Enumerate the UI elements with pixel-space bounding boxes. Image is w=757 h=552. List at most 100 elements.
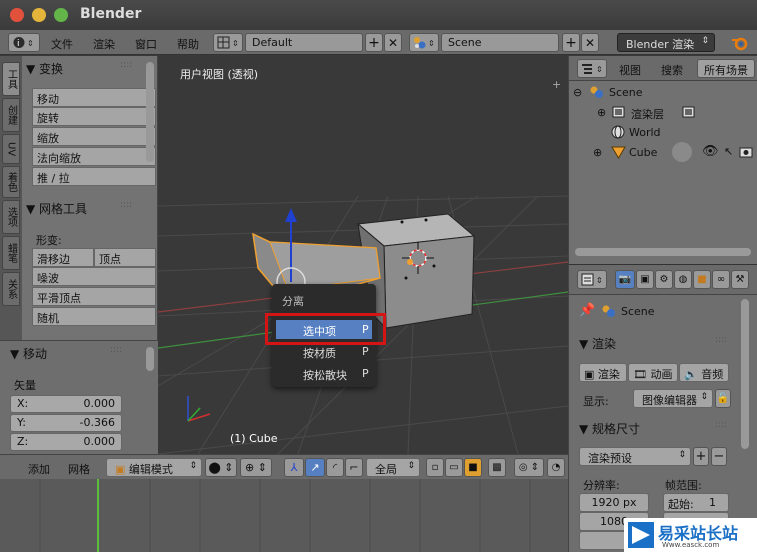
- viewport-corner-plus-icon[interactable]: +: [552, 78, 561, 91]
- outliner-display-filter[interactable]: 所有场景: [697, 59, 755, 78]
- menu-render[interactable]: 渲染: [93, 36, 115, 52]
- scene-remove-button[interactable]: ✕: [581, 33, 599, 52]
- tree-collapse-icon[interactable]: ⊖: [573, 86, 582, 99]
- pivot-point-dropdown[interactable]: ⊕ ⇕: [240, 458, 272, 477]
- smooth-vertex-button[interactable]: 平滑顶点: [32, 287, 156, 306]
- vector-z-field[interactable]: Z: 0.000: [10, 433, 122, 451]
- vector-y-field[interactable]: Y: -0.366: [10, 414, 122, 432]
- lock-interface-button[interactable]: 🔓: [715, 389, 731, 408]
- operator-panel-scrollbar[interactable]: [146, 347, 154, 371]
- scene-context-tab[interactable]: ⚙: [655, 270, 673, 289]
- add-preset-button[interactable]: +: [693, 447, 709, 466]
- drag-handle-icon[interactable]: ::::: [120, 200, 132, 210]
- tab-uv[interactable]: UV: [2, 134, 20, 164]
- outliner-item-render-layers[interactable]: 渲染层: [631, 106, 664, 122]
- menu-file[interactable]: 文件: [51, 36, 73, 52]
- remove-preset-button[interactable]: −: [711, 447, 727, 466]
- outliner-horizontal-scrollbar[interactable]: [575, 248, 751, 256]
- move-button[interactable]: 移动: [32, 88, 156, 107]
- outliner-menu-search[interactable]: 搜索: [661, 62, 683, 78]
- tree-expand-icon[interactable]: ⊕: [597, 106, 606, 119]
- render-engine-dropdown[interactable]: Blender 渲染 ⇕: [617, 33, 715, 52]
- transform-panel-header[interactable]: ▼ 变换: [26, 60, 63, 77]
- outliner-item-scene[interactable]: Scene: [609, 86, 643, 99]
- outliner-item-cube[interactable]: Cube: [629, 146, 657, 159]
- vector-x-field[interactable]: X: 0.000: [10, 395, 122, 413]
- render-presets-dropdown[interactable]: 渲染预设 ⇕: [579, 447, 691, 466]
- tab-relations[interactable]: 关系: [2, 272, 20, 306]
- proportional-edit-dropdown[interactable]: ◎ ⇕: [514, 458, 544, 477]
- object-context-tab[interactable]: ■: [693, 270, 711, 289]
- outliner-item-world[interactable]: World: [629, 126, 661, 139]
- tree-expand-icon[interactable]: ⊕: [593, 146, 602, 159]
- tab-options[interactable]: 选项: [2, 200, 20, 234]
- drag-handle-icon[interactable]: ::::: [715, 335, 727, 345]
- scene-add-button[interactable]: +: [562, 33, 580, 52]
- menu-window[interactable]: 窗口: [135, 36, 157, 52]
- render-context-tab[interactable]: 📷: [615, 270, 635, 289]
- slide-edge-button[interactable]: 滑移边: [32, 248, 94, 267]
- menu-add[interactable]: 添加: [28, 461, 50, 477]
- rotate-manipulator-button[interactable]: ◜: [326, 458, 344, 477]
- face-select-mode-button[interactable]: ■: [464, 458, 482, 477]
- layout-add-button[interactable]: +: [365, 33, 383, 52]
- scale-button[interactable]: 缩放: [32, 127, 156, 146]
- drag-handle-icon[interactable]: ::::: [110, 345, 122, 355]
- scene-browse-button[interactable]: ⇕: [409, 33, 439, 52]
- display-dropdown[interactable]: 图像编辑器 ⇕: [633, 389, 713, 408]
- dimensions-panel-header[interactable]: ▼ 规格尺寸: [579, 420, 640, 437]
- layout-remove-button[interactable]: ✕: [384, 33, 402, 52]
- vertex-select-mode-button[interactable]: ▫: [426, 458, 444, 477]
- tool-shelf-scrollbar[interactable]: [146, 62, 154, 162]
- scene-name-field[interactable]: Scene: [441, 33, 559, 52]
- scale-manipulator-button[interactable]: ⌐: [345, 458, 363, 477]
- outliner-menu-view[interactable]: 视图: [619, 62, 641, 78]
- frame-start-field[interactable]: 起始: 1: [663, 493, 729, 512]
- randomize-button[interactable]: 随机: [32, 307, 156, 326]
- constraints-context-tab[interactable]: ∞: [712, 270, 730, 289]
- properties-editor-type-button[interactable]: ⇕: [577, 270, 607, 289]
- world-context-tab[interactable]: ◍: [674, 270, 692, 289]
- noise-button[interactable]: 噪波: [32, 267, 156, 286]
- menu-mesh[interactable]: 网格: [68, 461, 90, 477]
- resolution-x-field[interactable]: 1920 px: [579, 493, 649, 512]
- tab-shading[interactable]: 着色: [2, 166, 20, 198]
- shrink-fatten-button[interactable]: 法向缩放: [32, 147, 156, 166]
- outliner-editor-type-button[interactable]: ⇕: [577, 59, 607, 78]
- mesh-data-icon[interactable]: [672, 142, 692, 162]
- push-pull-button[interactable]: 推 / 拉: [32, 167, 156, 186]
- layout-name-field[interactable]: Default: [245, 33, 363, 52]
- move-operator-header[interactable]: ▼ 移动: [10, 345, 47, 362]
- tab-create[interactable]: 创建: [2, 98, 20, 132]
- transform-orientation-dropdown[interactable]: 全局 ⇕: [366, 458, 420, 477]
- drag-handle-icon[interactable]: ::::: [120, 60, 132, 70]
- pin-icon[interactable]: 📌: [579, 303, 595, 318]
- tab-grease-pencil[interactable]: 蜡笔: [2, 236, 20, 270]
- menu-help[interactable]: 帮助: [177, 36, 199, 52]
- drag-handle-icon[interactable]: ::::: [715, 420, 727, 430]
- limit-selection-button[interactable]: ▩: [488, 458, 506, 477]
- properties-scrollbar[interactable]: [741, 299, 749, 449]
- selectability-cursor-icon[interactable]: ↖: [724, 145, 733, 158]
- render-layers-icon[interactable]: [681, 105, 697, 119]
- tab-tools[interactable]: 工具: [2, 62, 20, 96]
- falloff-dropdown[interactable]: ◔: [547, 458, 565, 477]
- layout-browse-button[interactable]: ⇕: [213, 33, 243, 52]
- minimize-window-button[interactable]: [32, 8, 46, 22]
- slide-vertex-button[interactable]: 顶点: [94, 248, 156, 267]
- manipulator-toggle-button[interactable]: ⅄: [284, 458, 304, 477]
- interaction-mode-dropdown[interactable]: ▣ 编辑模式 ⇕: [106, 458, 202, 477]
- translate-manipulator-button[interactable]: ↗: [305, 458, 325, 477]
- info-editor-type-button[interactable]: i ⇕: [8, 33, 40, 52]
- render-audio-button[interactable]: 🔈 音频: [679, 363, 729, 382]
- renderability-camera-icon[interactable]: [739, 146, 753, 158]
- render-layers-context-tab[interactable]: ▣: [636, 270, 654, 289]
- maximize-window-button[interactable]: [54, 8, 68, 22]
- modifiers-context-tab[interactable]: ⚒: [731, 270, 749, 289]
- mesh-tools-panel-header[interactable]: ▼ 网格工具: [26, 200, 87, 217]
- menu-item-by-loose-parts[interactable]: 按松散块 P: [276, 364, 372, 383]
- close-window-button[interactable]: [10, 8, 24, 22]
- viewport-scene[interactable]: [158, 56, 568, 454]
- edge-select-mode-button[interactable]: ▭: [445, 458, 463, 477]
- render-image-button[interactable]: ▣ 渲染: [579, 363, 627, 382]
